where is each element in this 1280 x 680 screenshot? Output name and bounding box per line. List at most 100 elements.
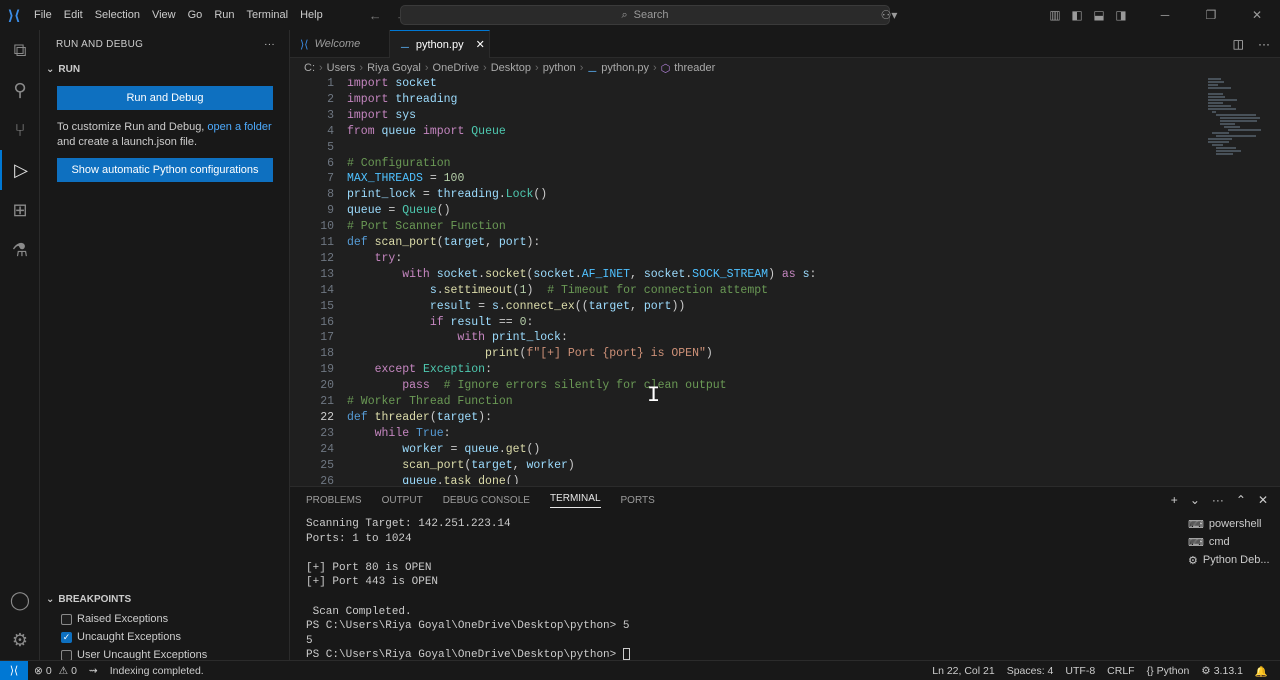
toggle-panel-icon[interactable]: ⬓ [1088, 0, 1110, 30]
breadcrumb-item[interactable]: Desktop [491, 62, 531, 74]
source-control-icon[interactable]: ⑂ [0, 110, 40, 150]
terminal-list-item-cmd[interactable]: ⌨ cmd [1188, 533, 1278, 551]
settings-gear-icon[interactable]: ⚙ [0, 620, 40, 660]
breadcrumb-item[interactable]: Riya Goyal [367, 62, 421, 74]
cursor-position[interactable]: Ln 22, Col 21 [926, 665, 1000, 677]
breadcrumb-item[interactable]: python [543, 62, 576, 74]
back-arrow-icon[interactable]: ← [369, 8, 382, 23]
code-line[interactable]: 22 def threader(target): [290, 410, 1190, 426]
code-line[interactable]: 24 worker = queue.get() [290, 442, 1190, 458]
close-tab-icon[interactable]: ✕ [476, 38, 485, 51]
encoding[interactable]: UTF-8 [1059, 665, 1101, 677]
more-actions-icon[interactable]: ··· [1258, 37, 1270, 51]
code-editor[interactable]: 1 import socket 2 import threading 3 import s… [290, 78, 1280, 484]
notifications-bell-icon[interactable]: 🔔 [1249, 665, 1274, 678]
terminal-list-item-python-debug[interactable]: ⚙ Python Deb... [1188, 551, 1278, 569]
tab-terminal[interactable]: TERMINAL [549, 493, 601, 508]
code-line[interactable]: 16 if result == 0: [290, 315, 1190, 331]
maximize-panel-icon[interactable]: ⌃ [1236, 493, 1246, 507]
run-section-header[interactable]: ⌄ RUN [40, 58, 289, 80]
menu-edit[interactable]: Edit [58, 0, 89, 30]
toggle-sidebar-icon[interactable]: ◧ [1066, 0, 1088, 30]
run-debug-icon[interactable]: ▷ [0, 150, 40, 190]
code-line[interactable]: 1 import socket [290, 78, 1190, 92]
terminal-output[interactable]: Scanning Target: 142.251.223.14 Ports: 1 … [306, 517, 1176, 661]
python-interpreter[interactable]: ⚙ 3.13.1 [1195, 665, 1249, 677]
code-line[interactable]: 20 pass # Ignore errors silently for cle… [290, 378, 1190, 394]
toggle-secondary-sidebar-icon[interactable]: ◨ [1110, 0, 1132, 30]
command-center-search[interactable]: ⌕ Search [400, 5, 890, 25]
new-terminal-icon[interactable]: + [1171, 493, 1178, 507]
accounts-icon[interactable]: ◯ [0, 580, 40, 620]
code-line[interactable]: 17 with print_lock: [290, 330, 1190, 346]
breadcrumb-item[interactable]: OneDrive [433, 62, 479, 74]
more-actions-icon[interactable]: ··· [264, 39, 275, 50]
code-line[interactable]: 9 queue = Queue() [290, 203, 1190, 219]
copilot-icon[interactable]: ⚇▾ [874, 0, 904, 30]
code-line[interactable]: 7 MAX_THREADS = 100 [290, 171, 1190, 187]
code-line[interactable]: 5 [290, 140, 1190, 156]
more-actions-icon[interactable]: ··· [1212, 493, 1224, 507]
breadcrumb-item[interactable]: python.py [601, 62, 649, 74]
code-line[interactable]: 25 scan_port(target, worker) [290, 458, 1190, 474]
breakpoint-raised-exceptions[interactable]: Raised Exceptions [40, 610, 290, 628]
minimap[interactable] [1208, 78, 1266, 155]
extensions-icon[interactable]: ⊞ [0, 190, 40, 230]
tab-welcome[interactable]: ⟩⟨ Welcome [290, 30, 390, 58]
problems-status[interactable]: ⊗ 0 ⚠ 0 [28, 665, 83, 677]
close-panel-icon[interactable]: ✕ [1258, 493, 1268, 507]
uncaught-exceptions-checkbox[interactable]: ✓ [61, 631, 72, 643]
explorer-icon[interactable]: ⧉ [0, 30, 40, 70]
code-line[interactable]: 10 # Port Scanner Function [290, 219, 1190, 235]
breadcrumb-item[interactable]: C: [304, 62, 315, 74]
code-line[interactable]: 18 print(f"[+] Port {port} is OPEN") [290, 346, 1190, 362]
tab-python-py[interactable]: ⚊ python.py ✕ [390, 30, 490, 58]
user-uncaught-exceptions-checkbox[interactable] [61, 649, 72, 661]
tab-output[interactable]: OUTPUT [382, 495, 423, 506]
menu-go[interactable]: Go [182, 0, 209, 30]
menu-terminal[interactable]: Terminal [241, 0, 295, 30]
code-line[interactable]: 15 result = s.connect_ex((target, port)) [290, 299, 1190, 315]
code-line[interactable]: 6 # Configuration [290, 156, 1190, 172]
code-line[interactable]: 19 except Exception: [290, 362, 1190, 378]
code-line[interactable]: 21 # Worker Thread Function [290, 394, 1190, 410]
minimize-icon[interactable]: ─ [1142, 0, 1188, 30]
tab-problems[interactable]: PROBLEMS [306, 495, 362, 506]
code-line[interactable]: 12 try: [290, 251, 1190, 267]
search-view-icon[interactable]: ⚲ [0, 70, 40, 110]
indentation[interactable]: Spaces: 4 [1001, 665, 1060, 677]
breakpoints-header[interactable]: ⌄ BREAKPOINTS [40, 588, 290, 610]
ports-forward-icon[interactable]: ⇝ [83, 665, 104, 677]
menu-help[interactable]: Help [294, 0, 329, 30]
open-folder-link[interactable]: open a folder [207, 121, 271, 133]
testing-icon[interactable]: ⚗ [0, 230, 40, 270]
breadcrumb-item[interactable]: threader [674, 62, 715, 74]
code-line[interactable]: 3 import sys [290, 108, 1190, 124]
breakpoint-uncaught-exceptions[interactable]: ✓ Uncaught Exceptions [40, 628, 290, 646]
run-and-debug-button[interactable]: Run and Debug [57, 86, 273, 110]
split-editor-icon[interactable]: ◫ [1233, 37, 1244, 51]
code-line[interactable]: 14 s.settimeout(1) # Timeout for connect… [290, 283, 1190, 299]
raised-exceptions-checkbox[interactable] [61, 613, 72, 625]
code-line[interactable]: 23 while True: [290, 426, 1190, 442]
show-python-configurations-button[interactable]: Show automatic Python configurations [57, 158, 273, 182]
tab-debug-console[interactable]: DEBUG CONSOLE [443, 495, 530, 506]
chevron-down-icon[interactable]: ⌄ [1190, 493, 1200, 507]
remote-icon[interactable]: ⟩⟨ [0, 660, 28, 680]
code-line[interactable]: 8 print_lock = threading.Lock() [290, 187, 1190, 203]
menu-selection[interactable]: Selection [89, 0, 146, 30]
menu-view[interactable]: View [146, 0, 182, 30]
code-line[interactable]: 13 with socket.socket(socket.AF_INET, so… [290, 267, 1190, 283]
code-line[interactable]: 11 def scan_port(target, port): [290, 235, 1190, 251]
menu-file[interactable]: File [28, 0, 58, 30]
terminal-list-item-powershell[interactable]: ⌨ powershell [1188, 515, 1278, 533]
code-line[interactable]: 2 import threading [290, 92, 1190, 108]
menu-run[interactable]: Run [208, 0, 240, 30]
code-line[interactable]: 4 from queue import Queue [290, 124, 1190, 140]
breadcrumb-item[interactable]: Users [327, 62, 356, 74]
end-of-line[interactable]: CRLF [1101, 665, 1140, 677]
layout-customize-icon[interactable]: ▥ [1044, 0, 1066, 30]
tab-ports[interactable]: PORTS [621, 495, 655, 506]
code-line[interactable]: 26 queue.task_done() [290, 474, 1190, 485]
restore-icon[interactable]: ❐ [1188, 0, 1234, 30]
